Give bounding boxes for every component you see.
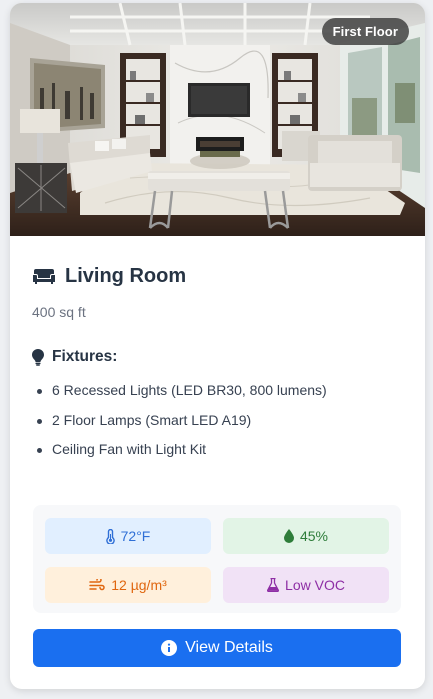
room-card: First Floor Living Room 400 sq ft Fixtur… (10, 3, 425, 689)
flask-icon (267, 578, 279, 592)
humidity-chip: 45% (223, 518, 389, 554)
voc-value: Low VOC (285, 577, 345, 593)
lightbulb-icon (32, 348, 44, 366)
fixture-item: 2 Floor Lamps (Smart LED A19) (32, 406, 403, 436)
room-name: Living Room (65, 264, 187, 287)
wind-icon (89, 578, 105, 590)
particulates-value: 12 µg/m³ (111, 577, 167, 593)
fixture-item: 6 Recessed Lights (LED BR30, 800 lumens) (32, 376, 403, 406)
room-photo: First Floor (10, 3, 425, 236)
floor-badge: First Floor (321, 18, 409, 45)
fixtures-heading: Fixtures: (32, 348, 403, 366)
view-details-label: View Details (185, 639, 273, 656)
view-details-button[interactable]: View Details (33, 629, 401, 667)
card-body: Living Room 400 sq ft Fixtures: 6 Recess… (10, 261, 425, 465)
temperature-chip: 72°F (45, 518, 211, 554)
droplet-icon (283, 529, 294, 543)
thermometer-icon (105, 528, 115, 544)
environment-panel: 72°F 45% 12 µg/m³ Low VOC (33, 505, 401, 613)
humidity-value: 45% (299, 528, 329, 544)
room-area: 400 sq ft (32, 304, 86, 320)
room-title-row: Living Room (32, 261, 403, 291)
fixtures-list: 6 Recessed Lights (LED BR30, 800 lumens)… (32, 376, 403, 465)
temperature-value: 72°F (120, 528, 151, 544)
particulates-chip: 12 µg/m³ (45, 567, 211, 603)
fixtures-heading-label: Fixtures: (52, 348, 118, 365)
info-circle-icon (161, 640, 178, 656)
couch-icon (33, 269, 55, 284)
voc-chip: Low VOC (223, 567, 389, 603)
fixture-item: Ceiling Fan with Light Kit (32, 435, 403, 465)
